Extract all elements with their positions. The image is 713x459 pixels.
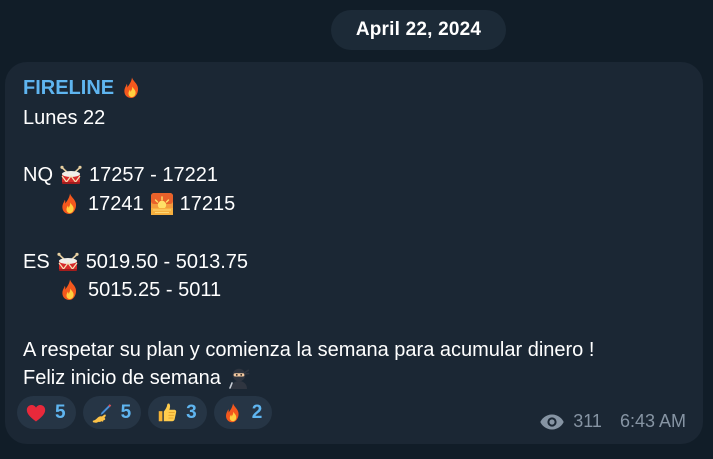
- writing-hand-icon: [91, 402, 113, 424]
- message-line-closing-2: Feliz inicio de semana: [23, 366, 251, 390]
- reaction-count: 5: [55, 401, 66, 423]
- drum-icon: [59, 163, 83, 187]
- closing-text-2: Feliz inicio de semana: [23, 367, 221, 389]
- message-line-es-levels: 5015.25 - 5011: [58, 278, 221, 302]
- message-line-day: Lunes 22: [23, 106, 105, 130]
- reactions-bar: 5 5 3 2: [17, 396, 273, 429]
- reaction-heart[interactable]: 5: [17, 396, 76, 429]
- reaction-fire[interactable]: 2: [213, 396, 273, 429]
- thumbs-up-icon: [156, 402, 178, 424]
- reaction-count: 5: [120, 401, 132, 423]
- closing-text-1: A respetar su plan y comienza la semana …: [23, 339, 595, 361]
- message-line-nq-levels: 17241 17215: [58, 192, 235, 216]
- message-meta: 311 6:43 AM: [539, 411, 686, 432]
- es-fire-range: 5015.25 - 5011: [88, 279, 222, 301]
- fire-icon: [222, 402, 244, 424]
- heart-icon: [25, 402, 47, 424]
- drum-icon: [56, 250, 80, 274]
- ninja-icon: [227, 366, 251, 390]
- sunset-icon: [150, 192, 174, 216]
- nq-fire-value: 17241: [88, 193, 144, 215]
- message-line-nq: NQ 17257 - 17221: [23, 163, 218, 187]
- fire-icon: [120, 76, 144, 100]
- fire-icon: [58, 278, 82, 302]
- es-range: 5019.50 - 5013.75: [85, 251, 249, 273]
- day-text: Lunes 22: [23, 107, 106, 129]
- nq-range: 17257 - 17221: [89, 164, 219, 186]
- nq-sunset-value: 17215: [179, 193, 236, 215]
- message-line-es: ES 5019.50 - 5013.75: [23, 250, 248, 274]
- message-line-closing-1: A respetar su plan y comienza la semana …: [23, 338, 594, 362]
- reaction-count: 2: [251, 401, 263, 423]
- view-count: 311: [573, 411, 602, 431]
- reaction-thumbs-up[interactable]: 3: [148, 396, 207, 429]
- message-time: 6:43 AM: [619, 411, 686, 431]
- eye-icon: [540, 414, 564, 429]
- message-bubble[interactable]: FIRELINE Lunes 22 NQ 17257 - 17221 17241…: [5, 62, 703, 444]
- reaction-count: 3: [186, 401, 197, 423]
- fire-icon: [58, 192, 82, 216]
- date-separator: April 22, 2024: [331, 10, 506, 50]
- sender-name[interactable]: FIRELINE: [23, 77, 114, 100]
- nq-symbol: NQ: [23, 164, 53, 186]
- es-symbol: ES: [23, 251, 50, 273]
- reaction-writing-hand[interactable]: 5: [82, 396, 142, 429]
- sender-row: FIRELINE: [23, 76, 144, 100]
